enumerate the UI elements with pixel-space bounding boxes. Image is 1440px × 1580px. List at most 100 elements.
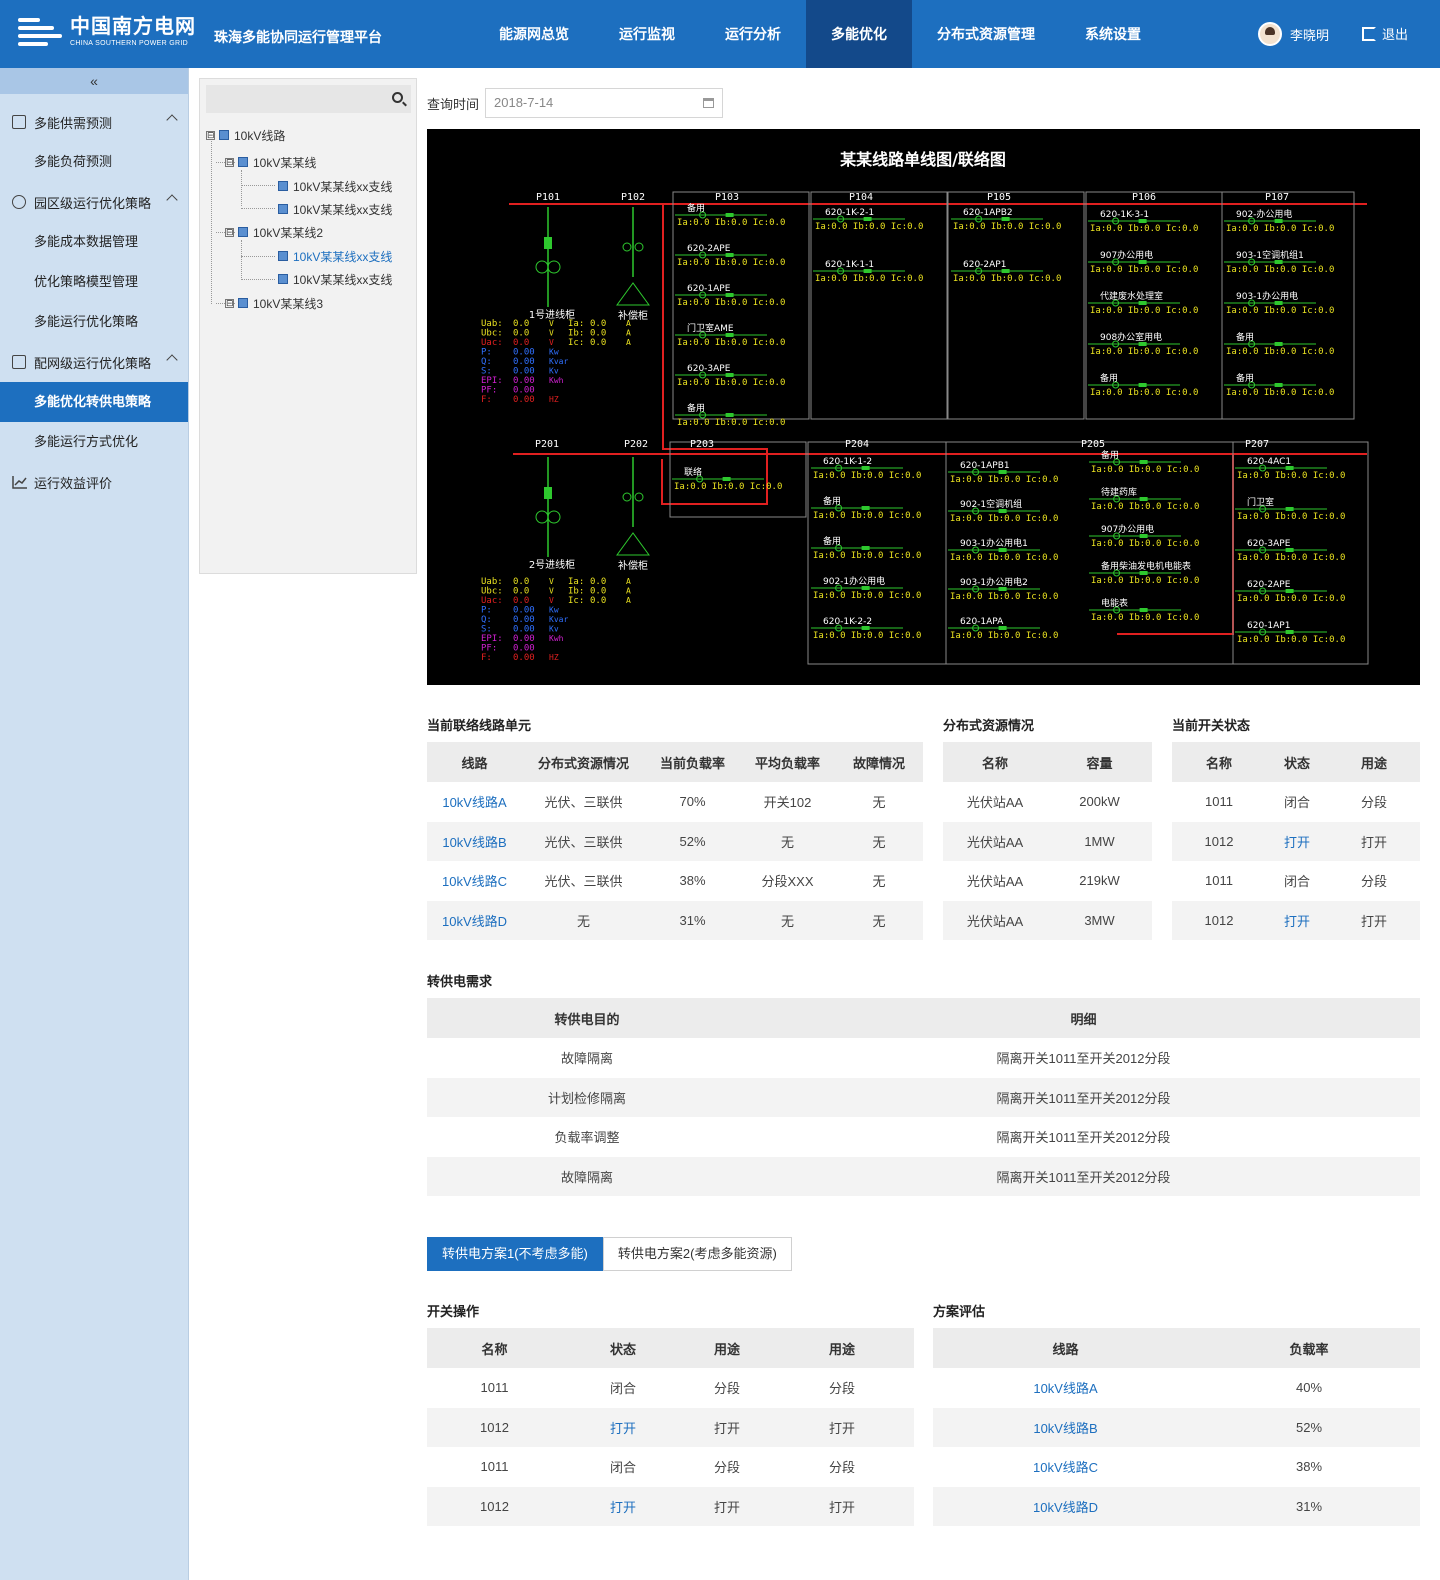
nav-settings[interactable]: 系统设置 — [1060, 0, 1166, 68]
nav-der-management[interactable]: 分布式资源管理 — [912, 0, 1060, 68]
switch-open-link[interactable]: 打开 — [562, 1486, 684, 1526]
table-cell: 31% — [1198, 1486, 1420, 1526]
tab-plan-2[interactable]: 转供电方案2(考虑多能资源) — [602, 1237, 792, 1271]
nav-optimization[interactable]: 多能优化 — [806, 0, 912, 68]
cabinet-label: P201 — [535, 439, 559, 450]
feeder-reading: Ia:0.0 Ib:0.0 Ic:0.0 — [813, 471, 921, 481]
menu-group-park-strategy[interactable]: 园区级运行优化策略 — [0, 182, 188, 222]
collapse-toggle-icon[interactable]: ⊟ — [225, 227, 234, 237]
tree-node[interactable]: ⊟ 10kV某某线3 — [225, 294, 323, 312]
line-link[interactable]: 10kV线路B — [427, 821, 522, 861]
table-row: 10kV线路D 无 31% 无 无 — [427, 900, 923, 940]
menu-group-grid-strategy[interactable]: 配网级运行优化策略 — [0, 342, 188, 382]
switch-open-link[interactable]: 打开 — [562, 1407, 684, 1447]
date-picker-input[interactable]: 2018-7-14 — [485, 88, 724, 118]
meter-unit: V — [549, 319, 554, 328]
meter-label: EPI: — [481, 634, 503, 644]
feeder-reading: Ia:0.0 Ib:0.0 Ic:0.0 — [953, 222, 1061, 232]
avatar — [1258, 22, 1282, 46]
table-cell: 1012 — [1172, 821, 1266, 861]
feeder-reading: Ia:0.0 Ib:0.0 Ic:0.0 — [813, 551, 921, 561]
table-cell: 52% — [645, 821, 740, 861]
feeder-reading: Ia:0.0 Ib:0.0 Ic:0.0 — [1237, 553, 1345, 563]
switch-ops-table: 名称 状态 用途 用途 1011 闭合 分段 分段 1012 打开 打开 打开 1011 闭合… — [427, 1328, 914, 1526]
feeder-reading: Ia:0.0 Ib:0.0 Ic:0.0 — [815, 222, 923, 232]
meter-label: Ubc: — [481, 329, 503, 339]
collapse-toggle-icon[interactable]: ⊟ — [206, 130, 215, 140]
switch-open-link[interactable]: 打开 — [1266, 900, 1328, 940]
tree-node-label: 10kV某某线xx支线 — [293, 249, 393, 264]
col-header: 转供电目的 — [427, 998, 747, 1038]
feeder-reading: Ia:0.0 Ib:0.0 Ic:0.0 — [1091, 502, 1199, 512]
tree-search-input[interactable] — [206, 85, 411, 113]
line-link[interactable]: 10kV线路B — [933, 1407, 1198, 1447]
feeder-label: 备用 — [823, 535, 841, 547]
table-cell: 打开 — [770, 1407, 914, 1447]
menu-item-transfer-strategy[interactable]: 多能优化转供电策略 — [0, 382, 188, 422]
line-link[interactable]: 10kV线路A — [427, 782, 522, 822]
line-link[interactable]: 10kV线路C — [427, 861, 522, 901]
tree-node[interactable]: ⊟ 10kV线路 — [206, 126, 285, 144]
table-cell: 无 — [872, 874, 886, 890]
meter-label: Q: — [481, 357, 492, 367]
menu-item-strategy-model[interactable]: 优化策略模型管理 — [0, 262, 188, 302]
tab-plan-1[interactable]: 转供电方案1(不考虑多能) — [427, 1237, 603, 1271]
tree-node-selected[interactable]: 10kV某某线xx支线 — [278, 247, 392, 265]
sidebar-collapse-button[interactable]: « — [0, 68, 188, 94]
feeder-label: 620-1APB1 — [960, 461, 1010, 471]
table-row: 1012 打开 打开 — [1172, 900, 1420, 940]
current-label: Ib: — [568, 329, 584, 339]
col-header: 名称 — [427, 1328, 562, 1368]
tree-node[interactable]: ⊟ 10kV某某线 — [225, 153, 316, 171]
collapse-toggle-icon[interactable]: ⊟ — [225, 157, 234, 167]
col-header: 线路 — [933, 1328, 1198, 1368]
breaker-symbol — [1139, 608, 1148, 612]
line-link[interactable]: 10kV线路A — [933, 1368, 1198, 1408]
collapse-toggle-icon[interactable]: ⊟ — [225, 298, 234, 308]
tree-node[interactable]: ⊟ 10kV某某线2 — [225, 223, 323, 241]
menu-item-run-strategy[interactable]: 多能运行优化策略 — [0, 302, 188, 342]
current-label: Ic: — [568, 338, 584, 348]
feeder-reading: Ia:0.0 Ib:0.0 Ic:0.0 — [813, 631, 921, 641]
meter-label: Ubc: — [481, 587, 503, 597]
compensator-symbol — [622, 242, 632, 252]
line-link[interactable]: 10kV线路C — [933, 1447, 1198, 1487]
line-link[interactable]: 10kV线路D — [933, 1486, 1198, 1526]
feeder-reading: Ia:0.0 Ib:0.0 Ic:0.0 — [813, 591, 921, 601]
chevron-up-icon — [166, 194, 178, 206]
menu-item-load-forecast[interactable]: 多能负荷预测 — [0, 142, 188, 182]
feeder-label: 908办公室用电 — [1100, 331, 1162, 343]
menu-item-run-mode[interactable]: 多能运行方式优化 — [0, 422, 188, 462]
tree-node[interactable]: 10kV某某线xx支线 — [278, 270, 392, 288]
feeder-reading: Ia:0.0 Ib:0.0 Ic:0.0 — [950, 631, 1058, 641]
col-header: 用途 — [1328, 742, 1420, 782]
search-icon[interactable] — [392, 92, 403, 103]
table-cell: 1011 — [1205, 873, 1233, 889]
meter-label: P: — [481, 606, 492, 616]
feeder-label: 备用 — [687, 202, 705, 214]
nav-monitor[interactable]: 运行监视 — [594, 0, 700, 68]
menu-group-benefit[interactable]: 运行效益评价 — [0, 462, 188, 502]
demand-title: 转供电需求 — [427, 974, 493, 989]
user-menu[interactable]: 李晓明 — [1258, 22, 1329, 46]
meter-value: 0.0 — [513, 577, 529, 587]
logout-button[interactable]: 退出 — [1362, 24, 1408, 43]
feeder-label: 备用柴油发电机电能表 — [1101, 560, 1191, 572]
switch-open-link[interactable]: 打开 — [1266, 821, 1328, 861]
tree-node[interactable]: 10kV某某线xx支线 — [278, 177, 392, 195]
tree-node[interactable]: 10kV某某线xx支线 — [278, 200, 392, 218]
menu-group-forecast[interactable]: 多能供需预测 — [0, 102, 188, 142]
logo[interactable]: 中国南方电网 CHINA SOUTHERN POWER GRID — [18, 14, 196, 50]
folder-icon — [219, 130, 229, 140]
table-cell: 分段 — [713, 1381, 740, 1397]
sidebar: « 多能供需预测 多能负荷预测 园区级运行优化策略 多能成本数据管理 优化策略模… — [0, 68, 189, 1580]
menu-item-cost-data[interactable]: 多能成本数据管理 — [0, 222, 188, 262]
feeder-label: 902-1空调机组 — [960, 498, 1022, 510]
table-row: 1011 闭合 分段 分段 — [427, 1447, 914, 1487]
nav-overview[interactable]: 能源网总览 — [474, 0, 594, 68]
meter-value: 0.0 — [513, 587, 529, 597]
calendar-icon[interactable] — [703, 98, 715, 108]
line-link[interactable]: 10kV线路D — [427, 900, 522, 940]
table-cell: 52% — [1198, 1407, 1420, 1447]
nav-analysis[interactable]: 运行分析 — [700, 0, 806, 68]
